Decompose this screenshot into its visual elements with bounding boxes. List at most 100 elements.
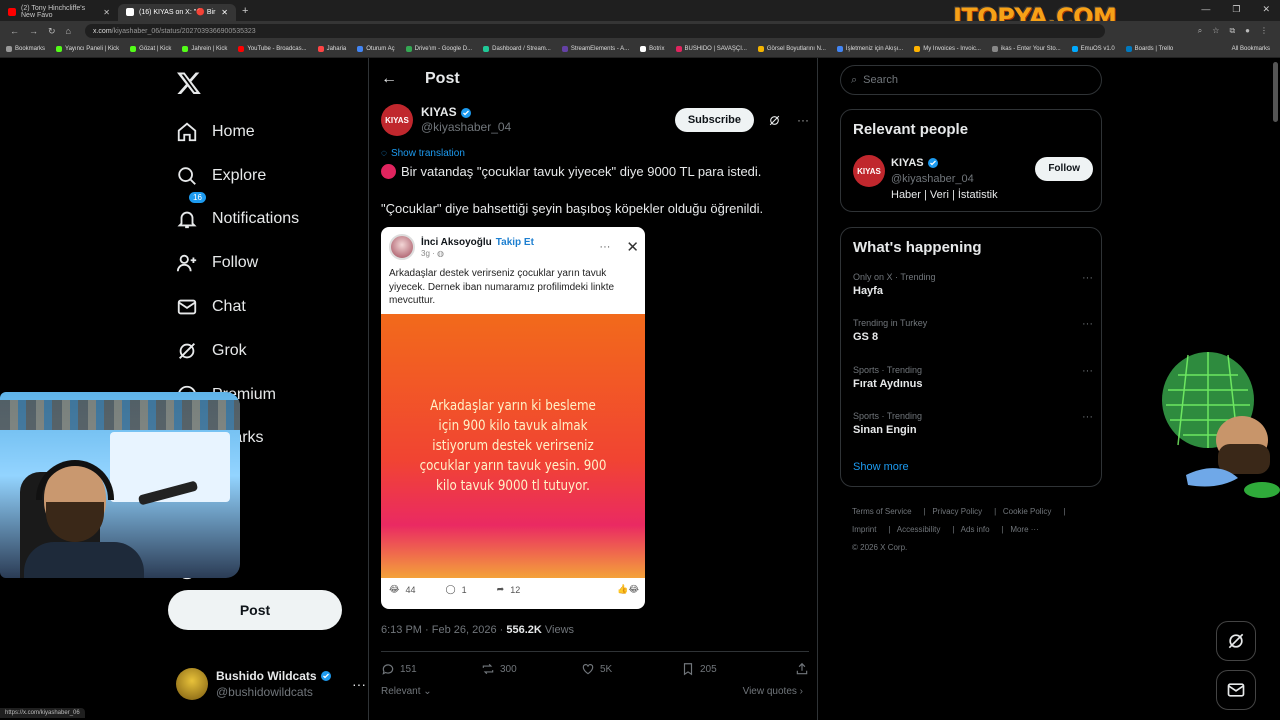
nav-notifications[interactable]: 16 Notifications bbox=[176, 191, 299, 242]
grok-float-button[interactable] bbox=[1216, 621, 1256, 661]
all-bookmarks[interactable]: All Bookmarks bbox=[1232, 46, 1280, 52]
reply-sort-dropdown[interactable]: Relevant ⌄ bbox=[381, 686, 432, 697]
bookmark-item[interactable]: Gözat | Kick bbox=[130, 46, 171, 52]
minimize-button[interactable]: — bbox=[1201, 4, 1210, 15]
footer-link[interactable]: Privacy Policy bbox=[932, 507, 982, 516]
trend-item[interactable]: Only on X · Trending Hayfa ··· bbox=[853, 272, 1093, 297]
bookmark-item[interactable]: Dashboard / Stream... bbox=[483, 46, 551, 52]
reload-icon[interactable]: ↻ bbox=[48, 26, 56, 37]
nav-home[interactable]: Home bbox=[176, 110, 299, 154]
embed-author-name: İnci Aksoyoğlu bbox=[421, 237, 492, 248]
page-scrollbar[interactable] bbox=[1273, 62, 1278, 122]
search-input[interactable]: ⌕ Search bbox=[840, 65, 1102, 95]
home-browser-icon[interactable]: ⌂ bbox=[66, 26, 71, 37]
bookmark-item[interactable]: BUSHIDO | SAVAŞÇI... bbox=[675, 46, 747, 52]
view-quotes-link[interactable]: View quotes › bbox=[743, 686, 803, 697]
bookmark-item[interactable]: ikas - Enter Your Sto... bbox=[991, 46, 1061, 52]
close-window-button[interactable]: ✕ bbox=[1262, 4, 1270, 15]
bookmark-item[interactable]: Botrix bbox=[640, 46, 665, 52]
footer-link[interactable]: Ads info bbox=[961, 525, 990, 534]
repost-button[interactable]: 300 bbox=[481, 662, 581, 676]
bookmark-label: EmuOS v1.0 bbox=[1080, 46, 1115, 52]
forward-icon[interactable]: → bbox=[29, 26, 38, 37]
browser-tab-x[interactable]: (16) KIYAS on X: "🔴 Bir vatandaş ✕ bbox=[118, 3, 236, 21]
relevant-person[interactable]: KIYAS KIYAS @kiyashaber_04 Haber | Veri … bbox=[853, 155, 1093, 203]
nav-follow[interactable]: Follow bbox=[176, 241, 299, 285]
like-reaction-icon: 👍😂 bbox=[617, 584, 639, 594]
x-logo-icon[interactable] bbox=[176, 70, 202, 96]
footer-link[interactable]: Imprint bbox=[852, 525, 876, 534]
trend-more-icon[interactable]: ··· bbox=[1082, 411, 1093, 423]
avatar[interactable]: KIYAS bbox=[853, 155, 885, 187]
profile-avatar-icon[interactable]: ● bbox=[1245, 26, 1250, 36]
footer-link[interactable]: Accessibility bbox=[897, 525, 941, 534]
avatar bbox=[389, 234, 415, 260]
like-button[interactable]: 5K bbox=[581, 662, 681, 676]
share-button[interactable] bbox=[795, 662, 809, 676]
post-actions: 151 300 5K 205 bbox=[381, 651, 809, 676]
bookmark-item[interactable]: Oturum Aç bbox=[357, 46, 395, 52]
bookmark-item[interactable]: Görsel Boyutlarını N... bbox=[757, 46, 826, 52]
section-title: Relevant people bbox=[853, 121, 969, 138]
mail-icon bbox=[177, 299, 197, 315]
footer-link[interactable]: Cookie Policy bbox=[1003, 507, 1051, 516]
trend-item[interactable]: Sports · Trending Fırat Aydınus ··· bbox=[853, 365, 1093, 390]
author-display-name[interactable]: KIYAS bbox=[421, 105, 457, 120]
status-url: https://x.com/kiyashaber_06 bbox=[0, 708, 85, 718]
zoom-icon[interactable]: ⌕ bbox=[1198, 26, 1202, 36]
grok-icon[interactable] bbox=[768, 114, 781, 127]
bookmark-item[interactable]: My Invoices - Invoic... bbox=[914, 46, 981, 52]
menu-icon[interactable]: ⋮ bbox=[1260, 26, 1268, 36]
left-sidebar: Home Explore 16 Notifications Follow Cha… bbox=[168, 58, 368, 720]
show-translation-link[interactable]: ◌ Show translation bbox=[381, 148, 465, 159]
reply-button[interactable]: 151 bbox=[381, 662, 481, 676]
back-arrow-icon[interactable]: ← bbox=[381, 70, 397, 88]
bookmark-item[interactable]: Jahrein | Kick bbox=[182, 46, 227, 52]
bookmark-item[interactable]: Jaharia bbox=[317, 46, 346, 52]
bookmark-item[interactable]: İşletmeniz için Akışı... bbox=[836, 46, 903, 52]
trend-more-icon[interactable]: ··· bbox=[1082, 365, 1093, 377]
close-tab-icon[interactable]: ✕ bbox=[221, 8, 228, 17]
bookmark-item[interactable]: StreamElements - A... bbox=[561, 46, 629, 52]
trend-item[interactable]: Trending in Turkey GS 8 ··· bbox=[853, 318, 1093, 343]
avatar[interactable]: KIYAS bbox=[381, 104, 413, 136]
show-more-link[interactable]: Show more bbox=[853, 461, 909, 473]
footer-link[interactable]: More ··· bbox=[1010, 525, 1038, 534]
bookmark-item[interactable]: YouTube - Broadcas... bbox=[238, 46, 307, 52]
bookmark-item[interactable]: EmuOS v1.0 bbox=[1071, 46, 1115, 52]
embedded-screenshot[interactable]: İnci Aksoyoğlu Takip Et 3g · ◍ ··· ✕ Arka… bbox=[381, 227, 645, 609]
trend-more-icon[interactable]: ··· bbox=[1082, 318, 1093, 330]
close-tab-icon[interactable]: ✕ bbox=[103, 8, 110, 17]
account-more-icon[interactable]: ··· bbox=[352, 676, 366, 692]
extensions-icon[interactable]: ⧉ bbox=[1229, 26, 1235, 36]
account-switcher[interactable]: Bushido Wildcats @bushidowildcats ··· bbox=[176, 668, 366, 700]
bookmark-item[interactable]: Bookmarks bbox=[6, 46, 45, 52]
follow-button[interactable]: Follow bbox=[1035, 157, 1093, 181]
nav-grok[interactable]: Grok bbox=[176, 329, 299, 373]
url-host: x.com bbox=[92, 27, 112, 35]
footer-link[interactable]: Terms of Service bbox=[852, 507, 912, 516]
messages-float-button[interactable] bbox=[1216, 670, 1256, 710]
bookmark-button[interactable]: 205 bbox=[681, 662, 781, 676]
repost-count: 300 bbox=[500, 663, 517, 675]
url-field[interactable]: x.com/kiyashaber_06/status/2027039366900… bbox=[84, 24, 1105, 38]
post-more-icon[interactable]: ··· bbox=[797, 113, 809, 127]
bookmark-favicon-icon bbox=[914, 46, 921, 52]
post-timestamp[interactable]: 6:13 PM · Feb 26, 2026 · bbox=[381, 624, 506, 636]
new-tab-button[interactable]: + bbox=[242, 5, 248, 17]
browser-tab-youtube[interactable]: (2) Tony Hinchcliffe's New Favo ✕ bbox=[0, 4, 118, 21]
nav-chat[interactable]: Chat bbox=[176, 285, 299, 329]
subscribe-button[interactable]: Subscribe bbox=[674, 108, 754, 132]
back-icon[interactable]: ← bbox=[10, 26, 19, 37]
trend-item[interactable]: Sports · Trending Sinan Engin ··· bbox=[853, 411, 1093, 436]
bookmark-favicon-icon bbox=[405, 46, 412, 52]
star-icon[interactable]: ☆ bbox=[1212, 26, 1219, 36]
bookmark-item[interactable]: Drive'ım - Google D... bbox=[405, 46, 472, 52]
restore-button[interactable]: ❐ bbox=[1232, 4, 1240, 15]
author-handle[interactable]: @kiyashaber_04 bbox=[421, 120, 511, 135]
bookmark-item[interactable]: Yayıncı Paneli | Kick bbox=[56, 46, 119, 52]
bookmark-favicon-icon bbox=[130, 46, 137, 52]
post-button[interactable]: Post bbox=[168, 590, 342, 630]
trend-more-icon[interactable]: ··· bbox=[1082, 272, 1093, 284]
bookmark-item[interactable]: Boards | Trello bbox=[1125, 46, 1173, 52]
